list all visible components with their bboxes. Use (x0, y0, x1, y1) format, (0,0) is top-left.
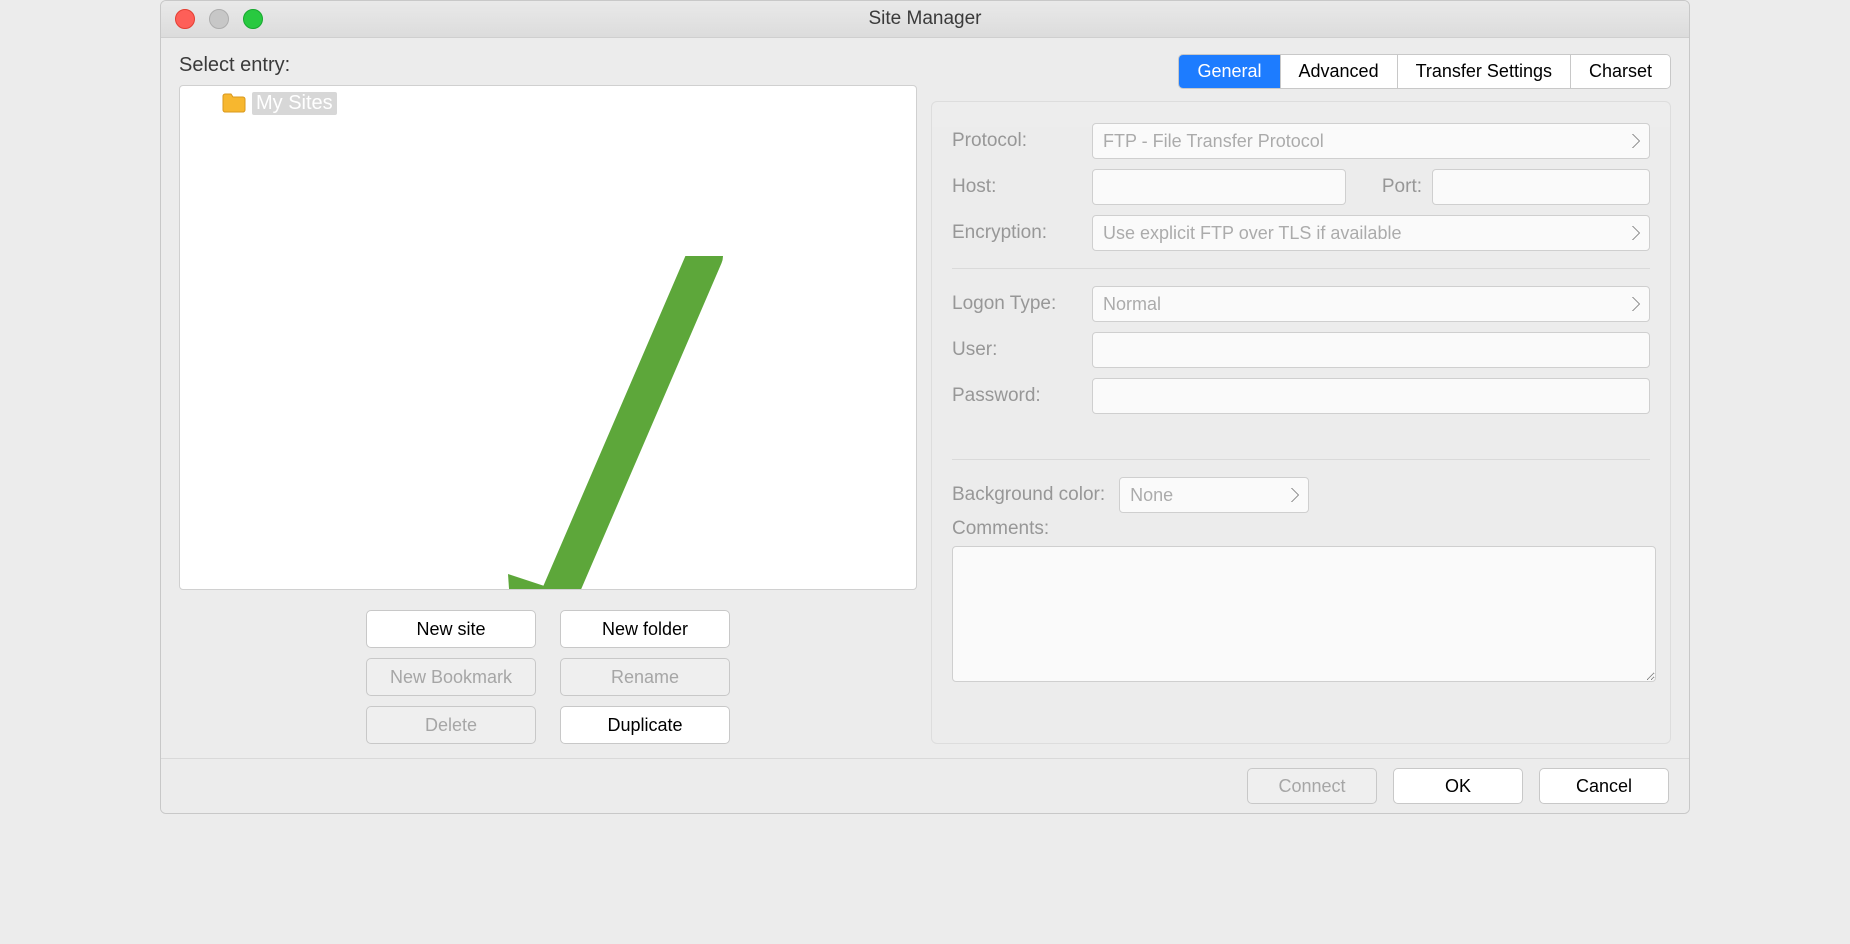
password-input[interactable] (1092, 378, 1650, 414)
protocol-label: Protocol: (952, 130, 1092, 152)
comments-label: Comments: (952, 518, 1650, 540)
logon-type-label: Logon Type: (952, 293, 1092, 315)
site-tree[interactable]: My Sites (179, 85, 917, 590)
encryption-label: Encryption: (952, 222, 1092, 244)
tab-charset[interactable]: Charset (1571, 55, 1670, 88)
maximize-icon[interactable] (243, 9, 263, 29)
new-folder-button[interactable]: New folder (560, 610, 730, 648)
tab-transfer-settings[interactable]: Transfer Settings (1398, 55, 1571, 88)
delete-button: Delete (366, 706, 536, 744)
minimize-icon (209, 9, 229, 29)
tree-root-row[interactable]: My Sites (180, 86, 916, 120)
cancel-button[interactable]: Cancel (1539, 768, 1669, 804)
window-title: Site Manager (161, 1, 1689, 37)
user-label: User: (952, 339, 1092, 361)
user-input[interactable] (1092, 332, 1650, 368)
new-bookmark-button: New Bookmark (366, 658, 536, 696)
site-manager-dialog: Site Manager Select entry: My Sites (160, 0, 1690, 814)
port-input[interactable] (1432, 169, 1650, 205)
bg-color-select[interactable]: None (1119, 477, 1309, 513)
tree-root-label: My Sites (252, 92, 337, 115)
port-label: Port: (1358, 176, 1422, 198)
rename-button: Rename (560, 658, 730, 696)
tab-general[interactable]: General (1179, 55, 1280, 88)
close-icon[interactable] (175, 9, 195, 29)
window-controls (175, 9, 263, 29)
bg-color-label: Background color: (952, 484, 1105, 506)
comments-textarea[interactable] (952, 546, 1656, 682)
new-site-button[interactable]: New site (366, 610, 536, 648)
logon-type-select[interactable]: Normal (1092, 286, 1650, 322)
dialog-footer: Connect OK Cancel (161, 758, 1689, 813)
host-input[interactable] (1092, 169, 1346, 205)
annotation-arrow (490, 256, 740, 590)
protocol-select[interactable]: FTP - File Transfer Protocol (1092, 123, 1650, 159)
host-label: Host: (952, 176, 1092, 198)
password-label: Password: (952, 385, 1092, 407)
connect-button: Connect (1247, 768, 1377, 804)
folder-icon (222, 93, 246, 113)
tab-advanced[interactable]: Advanced (1281, 55, 1398, 88)
ok-button[interactable]: OK (1393, 768, 1523, 804)
settings-tabs: General Advanced Transfer Settings Chars… (1178, 54, 1671, 89)
titlebar: Site Manager (161, 1, 1689, 38)
site-action-buttons: New site New folder New Bookmark Rename … (179, 610, 917, 744)
select-entry-label: Select entry: (179, 54, 917, 77)
general-panel: Protocol: FTP - File Transfer Protocol H… (931, 101, 1671, 744)
duplicate-button[interactable]: Duplicate (560, 706, 730, 744)
encryption-select[interactable]: Use explicit FTP over TLS if available (1092, 215, 1650, 251)
